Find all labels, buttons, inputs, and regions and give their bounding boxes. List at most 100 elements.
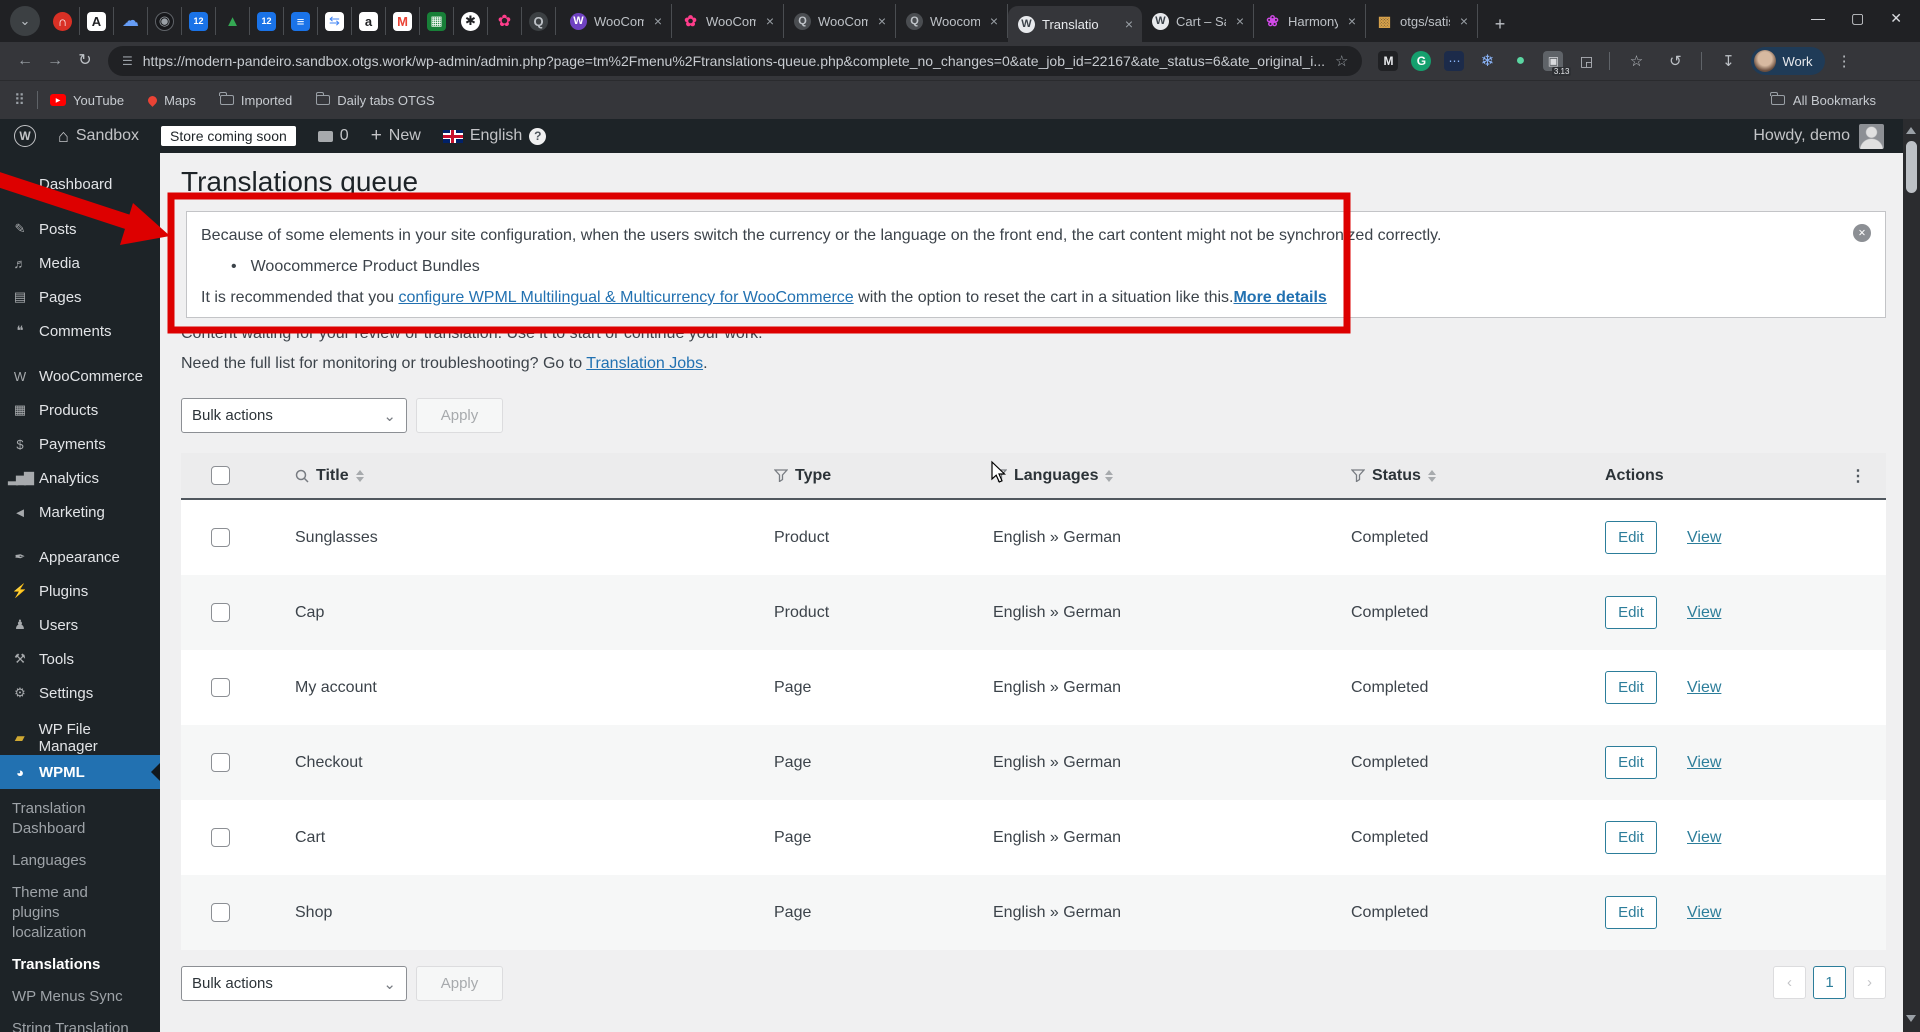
sidebar-item-wp-file-manager[interactable]: ▰ WP File Manager: [0, 721, 160, 755]
pinned-tab-docs-icon[interactable]: [284, 7, 318, 35]
view-link[interactable]: View: [1687, 529, 1721, 547]
sort-icon[interactable]: [1105, 469, 1114, 482]
submenu-translations[interactable]: Translations: [0, 949, 160, 981]
pinned-tab-sheets-icon[interactable]: [420, 7, 454, 35]
edit-button[interactable]: Edit: [1605, 821, 1657, 854]
sidebar-item-comments[interactable]: ❝ Comments: [0, 314, 160, 348]
tab-close-icon[interactable]: [987, 13, 1001, 29]
minimize-icon[interactable]: [1811, 10, 1825, 26]
bookmarks-list-icon[interactable]: [1623, 52, 1649, 70]
view-link[interactable]: View: [1687, 904, 1721, 922]
submenu-translation-dashboard[interactable]: Translation Dashboard: [0, 793, 160, 845]
browser-tab[interactable]: Harmony: [1254, 4, 1366, 38]
view-link[interactable]: View: [1687, 679, 1721, 697]
browser-tab-active[interactable]: Translatio: [1008, 6, 1142, 42]
all-bookmarks-button[interactable]: All Bookmarks: [1770, 92, 1876, 108]
extension-leaf-icon[interactable]: [1510, 51, 1530, 71]
pinned-tab-spiral-icon[interactable]: [148, 7, 182, 35]
submenu-theme-plugins-localization[interactable]: Theme and plugins localization: [0, 877, 140, 949]
row-checkbox[interactable]: [211, 903, 230, 922]
close-icon[interactable]: [1890, 10, 1902, 27]
submenu-wp-menus-sync[interactable]: WP Menus Sync: [0, 981, 160, 1013]
sidebar-item-plugins[interactable]: ⚡ Plugins: [0, 574, 160, 608]
extension-snowflake-icon[interactable]: [1477, 51, 1497, 71]
browser-tab[interactable]: WooCom: [560, 4, 672, 38]
browser-tab[interactable]: Woocom: [896, 4, 1008, 38]
pinned-tab-gmail-icon[interactable]: [386, 7, 420, 35]
tab-close-icon[interactable]: [1457, 13, 1471, 29]
pinned-tab-amazon-icon[interactable]: [352, 7, 386, 35]
site-name-menu[interactable]: Sandbox: [58, 126, 139, 147]
apps-grid-icon[interactable]: [14, 91, 25, 109]
reload-icon[interactable]: [70, 46, 100, 76]
edit-button[interactable]: Edit: [1605, 671, 1657, 704]
sidebar-item-appearance[interactable]: ✒ Appearance: [0, 540, 160, 574]
column-options-icon[interactable]: [1850, 466, 1866, 486]
next-page-button[interactable]: ›: [1853, 966, 1886, 999]
extension-metamask-icon[interactable]: [1378, 51, 1399, 71]
bookmark-folder-daily-tabs[interactable]: Daily tabs OTGS: [315, 92, 435, 108]
dismiss-notice-icon[interactable]: [1853, 224, 1871, 242]
header-status[interactable]: Status: [1331, 467, 1605, 485]
view-link[interactable]: View: [1687, 829, 1721, 847]
configure-wpml-link[interactable]: configure WPML Multilingual & Multicurre…: [398, 289, 853, 306]
pinned-tab-q-icon[interactable]: [522, 7, 556, 35]
tab-close-icon[interactable]: [1233, 13, 1247, 29]
browser-tab[interactable]: Cart – Sa: [1142, 4, 1254, 38]
header-title[interactable]: Title: [271, 467, 759, 485]
bookmark-star-icon[interactable]: [1335, 52, 1348, 71]
more-details-link[interactable]: More details: [1233, 289, 1326, 306]
sidebar-item-marketing[interactable]: ◄ Marketing: [0, 495, 160, 529]
help-icon[interactable]: ?: [529, 127, 547, 145]
bulk-actions-select[interactable]: Bulk actions: [181, 966, 407, 1001]
bulk-actions-select[interactable]: Bulk actions: [181, 398, 407, 433]
browser-tab[interactable]: otgs/satis: [1366, 4, 1478, 38]
url-text[interactable]: https://modern-pandeiro.sandbox.otgs.wor…: [143, 53, 1325, 69]
sidebar-item-analytics[interactable]: ▂▅▇ Analytics: [0, 461, 160, 495]
row-checkbox[interactable]: [211, 828, 230, 847]
scrollbar[interactable]: [1903, 119, 1920, 1032]
pinned-tab-calendar2-icon[interactable]: [250, 7, 284, 35]
row-checkbox[interactable]: [211, 528, 230, 547]
pinned-tab-flower-icon[interactable]: [488, 7, 522, 35]
bookmark-folder-imported[interactable]: Imported: [219, 92, 292, 108]
sidebar-item-tools[interactable]: ⚒ Tools: [0, 642, 160, 676]
extension-grammarly-icon[interactable]: [1411, 51, 1432, 71]
extension-dots-icon[interactable]: [1444, 51, 1465, 71]
pinned-tab-chatgpt-icon[interactable]: [454, 7, 488, 35]
header-languages[interactable]: Languages: [993, 467, 1331, 485]
current-page-button[interactable]: 1: [1813, 966, 1846, 999]
downloads-icon[interactable]: [1715, 52, 1741, 70]
tab-close-icon[interactable]: [1122, 16, 1136, 32]
edit-button[interactable]: Edit: [1605, 896, 1657, 929]
submenu-languages[interactable]: Languages: [0, 845, 160, 877]
extension-bag-icon[interactable]: 3.13: [1543, 51, 1572, 76]
sidebar-item-products[interactable]: ▦ Products: [0, 393, 160, 427]
edit-button[interactable]: Edit: [1605, 596, 1657, 629]
pinned-tab-drive-icon[interactable]: [216, 7, 250, 35]
select-all-checkbox[interactable]: [211, 466, 230, 485]
scroll-up-icon[interactable]: [1906, 122, 1916, 134]
scroll-down-icon[interactable]: [1906, 1015, 1916, 1027]
language-switcher[interactable]: English?: [442, 127, 547, 145]
browser-tab[interactable]: WooCom: [672, 4, 784, 38]
tab-close-icon[interactable]: [651, 13, 665, 29]
history-icon[interactable]: [1662, 52, 1688, 70]
account-menu[interactable]: Howdy, demo: [1753, 123, 1884, 149]
sidebar-item-wpml[interactable]: ◕ WPML: [0, 755, 160, 789]
back-icon[interactable]: [10, 46, 40, 76]
tab-close-icon[interactable]: [875, 13, 889, 29]
pinned-tab-headphones-icon[interactable]: [46, 7, 80, 35]
maximize-icon[interactable]: [1851, 10, 1864, 27]
edit-button[interactable]: Edit: [1605, 521, 1657, 554]
apply-button[interactable]: Apply: [416, 398, 503, 433]
sort-icon[interactable]: [1427, 469, 1436, 482]
row-checkbox[interactable]: [211, 753, 230, 772]
edit-button[interactable]: Edit: [1605, 746, 1657, 779]
view-link[interactable]: View: [1687, 604, 1721, 622]
previous-page-button[interactable]: ‹: [1773, 966, 1806, 999]
translation-jobs-link[interactable]: Translation Jobs: [586, 355, 703, 372]
wp-logo-menu[interactable]: [14, 125, 36, 147]
submenu-string-translation[interactable]: String Translation: [0, 1013, 160, 1032]
new-content-menu[interactable]: New: [371, 125, 421, 147]
